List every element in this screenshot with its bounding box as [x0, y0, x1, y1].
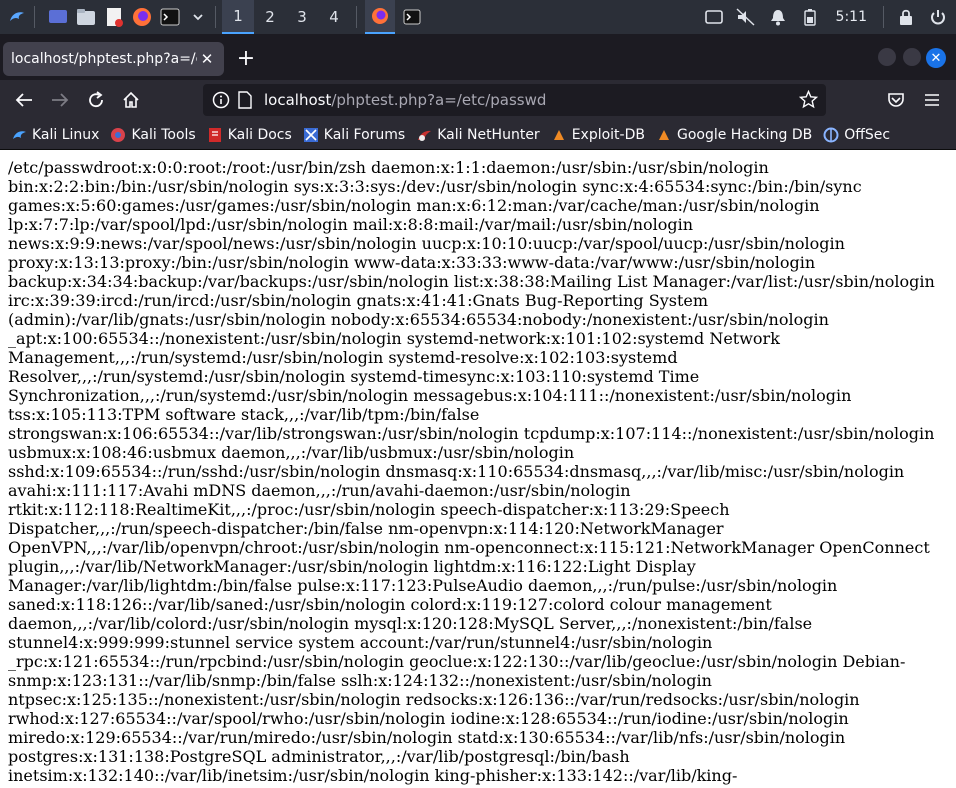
workspace-2[interactable]: 2 [254, 0, 286, 34]
system-tray: 5:11 [698, 0, 956, 34]
kali-icon [11, 127, 27, 143]
bookmark-kali-docs[interactable]: Kali Docs [207, 127, 292, 143]
info-icon[interactable] [212, 91, 230, 113]
workspace-4[interactable]: 4 [318, 0, 350, 34]
reload-icon[interactable] [84, 88, 108, 112]
lock-icon[interactable] [894, 5, 918, 29]
taskbar-separator [356, 6, 357, 28]
file-manager-icon[interactable] [75, 6, 97, 28]
bookmark-label: Kali NetHunter [437, 126, 540, 143]
taskbar-separator [34, 6, 35, 28]
bookmark-label: Kali Tools [131, 126, 196, 143]
bookmark-label: Google Hacking DB [676, 126, 813, 143]
terminal-window-icon[interactable] [397, 6, 427, 28]
taskbar-separator [215, 6, 216, 28]
maximize-button[interactable] [903, 48, 921, 66]
firefox-window-icon[interactable] [365, 0, 395, 34]
page-body-text: /etc/passwdroot:x:0:0:root:/root:/usr/bi… [8, 158, 935, 788]
bookmark-label: Exploit-DB [571, 126, 645, 143]
bookmark-kali-linux[interactable]: Kali Linux [11, 127, 99, 143]
bookmark-offsec[interactable]: OffSec [823, 127, 890, 143]
desktop-icon[interactable] [47, 6, 69, 28]
workspace-1[interactable]: 1 [222, 0, 254, 34]
bookmark-label: OffSec [844, 126, 891, 143]
text-editor-icon[interactable] [103, 6, 125, 28]
bell-icon[interactable] [766, 5, 790, 29]
url-bar[interactable]: localhost/phptest.php?a=/etc/passwd [203, 84, 826, 116]
tab-active[interactable]: localhost/phptest.php?a=/etc/passwd ✕ [3, 42, 224, 76]
window-close-button[interactable]: ✕ [926, 48, 946, 68]
workspace-3[interactable]: 3 [286, 0, 318, 34]
bookmarks-toolbar: Kali Linux Kali Tools Kali Docs Kali For… [0, 120, 956, 150]
menu-icon[interactable] [920, 88, 944, 112]
page-icon[interactable] [238, 91, 252, 113]
forward-arrow-icon[interactable] [48, 88, 72, 112]
url-text[interactable]: localhost/phptest.php?a=/etc/passwd [264, 91, 546, 109]
taskbar-separator [883, 6, 884, 28]
bookmark-kali-forums[interactable]: Kali Forums [303, 127, 405, 143]
bookmark-exploit-db[interactable]: Exploit-DB [551, 127, 645, 143]
battery-icon[interactable] [798, 5, 822, 29]
bookmark-star-icon[interactable] [798, 89, 819, 113]
exploit-db-icon [551, 127, 567, 143]
ghdb-icon [656, 127, 672, 143]
bookmark-label: Kali Linux [32, 126, 100, 143]
chevron-down-icon[interactable] [187, 6, 209, 28]
bookmark-kali-nethunter[interactable]: Kali NetHunter [416, 126, 540, 143]
minimize-button[interactable] [878, 48, 896, 66]
bookmark-label: Kali Docs [227, 126, 292, 143]
kali-dragon-icon[interactable] [6, 6, 28, 28]
close-icon[interactable]: ✕ [198, 50, 216, 68]
screen-icon[interactable] [702, 5, 726, 29]
firefox-icon[interactable] [131, 6, 153, 28]
clock[interactable]: 5:11 [836, 9, 867, 25]
tab-title: localhost/phptest.php?a=/etc/passwd [11, 51, 197, 67]
pocket-icon[interactable] [884, 88, 908, 112]
url-host: localhost [264, 91, 332, 109]
terminal-icon[interactable] [159, 6, 181, 28]
url-path: /phptest.php?a=/etc/passwd [331, 91, 547, 109]
volume-muted-icon[interactable] [734, 5, 758, 29]
home-icon[interactable] [119, 88, 143, 112]
nethunter-icon [416, 127, 432, 143]
offsec-icon [823, 127, 839, 143]
power-icon[interactable] [926, 5, 950, 29]
kali-forums-icon [303, 127, 319, 143]
bookmark-google-hacking-db[interactable]: Google Hacking DB [656, 127, 812, 143]
bookmark-kali-tools[interactable]: Kali Tools [110, 126, 196, 143]
kali-docs-icon [207, 127, 223, 143]
taskbar: 1 2 3 4 5:11 [0, 0, 956, 34]
new-tab-button[interactable]: + [234, 46, 258, 71]
kali-tools-icon [110, 127, 126, 143]
bookmark-label: Kali Forums [323, 126, 406, 143]
back-arrow-icon[interactable] [12, 88, 36, 112]
